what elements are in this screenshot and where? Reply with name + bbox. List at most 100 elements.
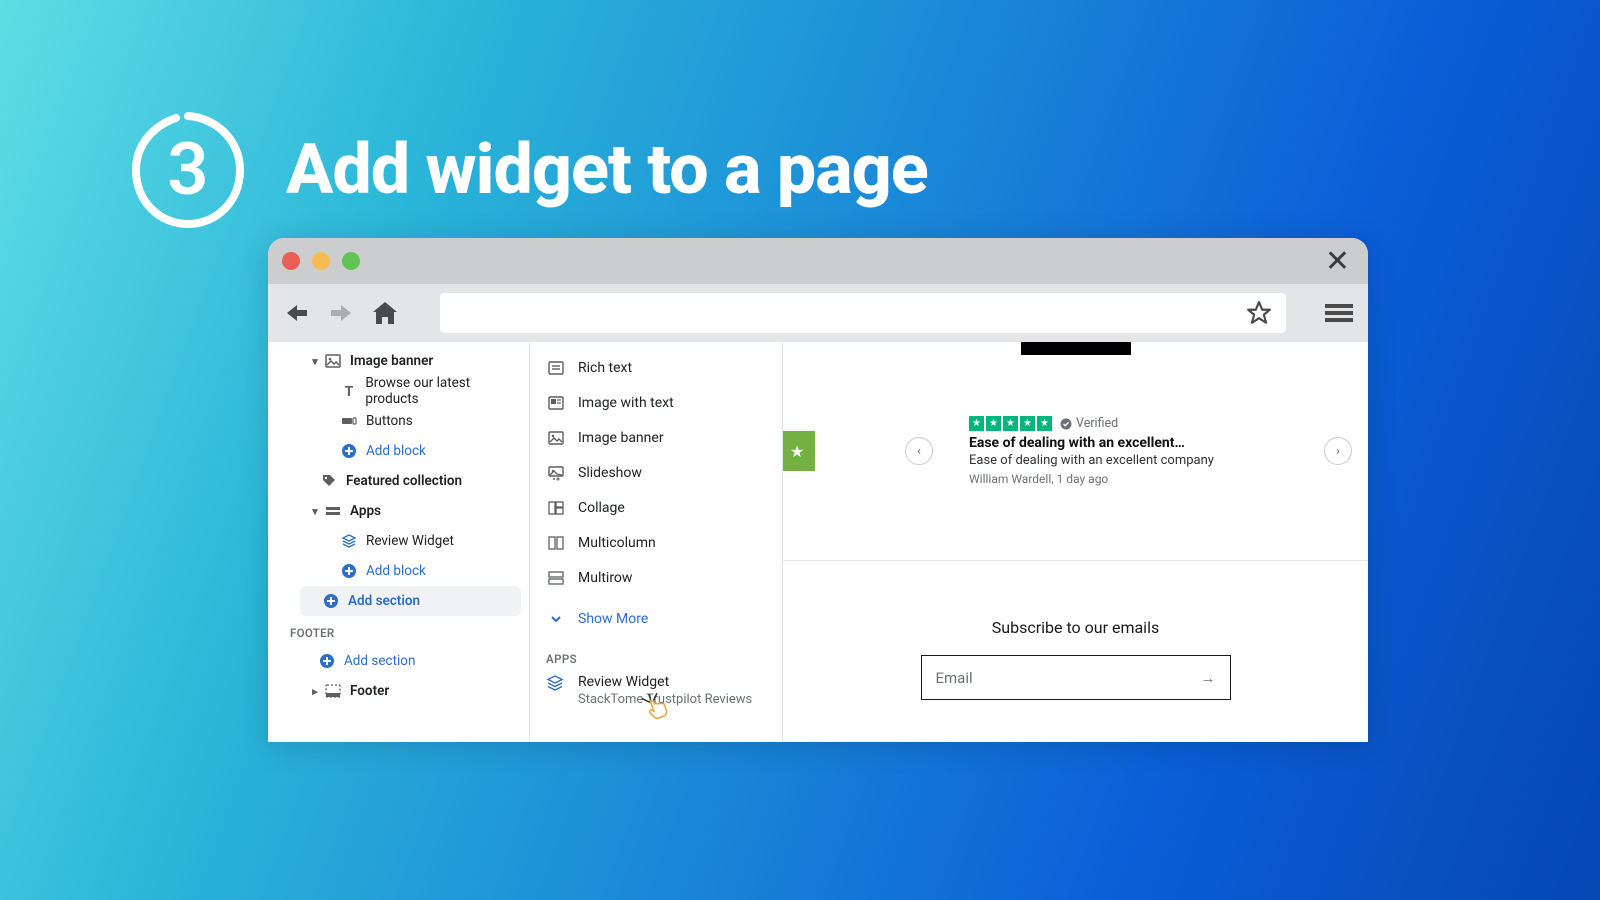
tree-item-review-widget[interactable]: Review Widget	[268, 526, 529, 556]
text-icon: T	[340, 382, 357, 400]
editor-content: ▾ Image banner T Browse our latest produ…	[268, 342, 1368, 742]
tree-label: Add block	[366, 563, 426, 579]
divider	[783, 560, 1368, 561]
picker-show-more[interactable]: Show More	[530, 601, 782, 636]
subscribe-section: Subscribe to our emails Email →	[783, 618, 1368, 700]
multicolumn-icon	[546, 533, 566, 553]
svg-text:T: T	[344, 384, 353, 398]
preview-logo-placeholder	[1021, 342, 1131, 355]
review-text: Ease of dealing with an excellent compan…	[969, 453, 1324, 468]
tutorial-header: 3 Add widget to a page	[128, 110, 928, 230]
minimize-button[interactable]	[312, 252, 330, 270]
stack-icon	[340, 532, 358, 550]
tree-item-buttons[interactable]: Buttons	[268, 406, 529, 436]
address-bar[interactable]	[440, 293, 1286, 333]
step-badge: 3	[128, 110, 248, 230]
picker-image-with-text[interactable]: Image with text	[530, 385, 782, 420]
tree-item-featured-collection[interactable]: Featured collection	[268, 466, 529, 496]
close-button[interactable]	[282, 252, 300, 270]
footer-icon	[324, 682, 342, 700]
footer-heading: FOOTER	[268, 616, 529, 646]
tree-label: Review Widget	[366, 533, 454, 549]
multirow-icon	[546, 568, 566, 588]
review-title: Ease of dealing with an excellent…	[969, 435, 1324, 451]
review-card: ★★★★★ Verified Ease of dealing with an e…	[969, 416, 1324, 486]
verified-badge: Verified	[1060, 416, 1118, 431]
plus-circle-icon	[322, 592, 340, 610]
review-carousel: ★ ‹ ★★★★★ Verified Ease of dealing with …	[783, 416, 1368, 486]
tree-label: Browse our latest products	[365, 375, 521, 407]
tree-label: Featured collection	[346, 473, 462, 489]
tree-label: Footer	[350, 683, 389, 699]
page-title: Add widget to a page	[286, 129, 928, 211]
window-chrome: ✕	[268, 238, 1368, 284]
caret-right-icon: ▸	[308, 685, 322, 698]
tree-label: Add block	[366, 443, 426, 459]
apps-icon	[324, 502, 342, 520]
carousel-prev-button[interactable]: ‹	[905, 437, 933, 465]
tree-label: Buttons	[366, 413, 413, 429]
preview-pane: ★ ‹ ★★★★★ Verified Ease of dealing with …	[783, 342, 1368, 742]
image-text-icon	[546, 393, 566, 413]
bookmark-star-icon[interactable]	[1244, 298, 1274, 328]
email-placeholder: Email	[936, 669, 973, 687]
image-icon	[546, 428, 566, 448]
slideshow-icon	[546, 463, 566, 483]
picker-label: Multirow	[578, 570, 632, 586]
apps-heading: APPS	[530, 636, 782, 672]
trustpilot-star-icon: ★	[783, 431, 815, 471]
picker-label: Image with text	[578, 395, 674, 411]
home-button[interactable]	[368, 296, 402, 330]
tree-label: Apps	[350, 503, 381, 519]
plus-circle-icon	[340, 442, 358, 460]
button-icon	[340, 412, 358, 430]
close-icon[interactable]: ✕	[1325, 244, 1350, 279]
stack-icon	[546, 674, 566, 694]
picker-label: Show More	[578, 611, 648, 627]
tree-label: Add section	[348, 593, 420, 609]
picker-label: Collage	[578, 500, 625, 516]
collage-icon	[546, 498, 566, 518]
add-section-footer-button[interactable]: Add section	[268, 646, 529, 676]
picker-image-banner[interactable]: Image banner	[530, 420, 782, 455]
carousel-next-button[interactable]: ›	[1324, 437, 1352, 465]
email-input[interactable]: Email →	[921, 655, 1231, 700]
picker-label: Multicolumn	[578, 535, 656, 551]
submit-arrow-icon[interactable]: →	[1201, 669, 1216, 687]
forward-button[interactable]	[324, 296, 358, 330]
tree-label: Image banner	[350, 353, 433, 369]
picker-rich-text[interactable]: Rich text	[530, 350, 782, 385]
plus-circle-icon	[318, 652, 336, 670]
richtext-icon	[546, 358, 566, 378]
tree-item-apps[interactable]: ▾ Apps	[268, 496, 529, 526]
caret-down-icon: ▾	[308, 355, 322, 368]
theme-sidebar: ▾ Image banner T Browse our latest produ…	[268, 342, 530, 742]
rating-stars: ★★★★★	[969, 416, 1052, 431]
menu-icon[interactable]	[1322, 296, 1356, 330]
picker-collage[interactable]: Collage	[530, 490, 782, 525]
add-section-button[interactable]: Add section	[300, 586, 521, 616]
tree-item-browse-products[interactable]: T Browse our latest products	[268, 376, 529, 406]
subscribe-heading: Subscribe to our emails	[783, 618, 1368, 637]
picker-label: Slideshow	[578, 465, 642, 481]
image-icon	[324, 352, 342, 370]
picker-multirow[interactable]: Multirow	[530, 560, 782, 595]
traffic-lights	[282, 252, 360, 270]
review-author: William Wardell, 1 day ago	[969, 472, 1324, 486]
tree-item-image-banner[interactable]: ▾ Image banner	[268, 346, 529, 376]
add-block-button[interactable]: Add block	[268, 436, 529, 466]
plus-circle-icon	[340, 562, 358, 580]
browser-window: ✕ ▾ Image banner T	[268, 238, 1368, 742]
tag-icon	[320, 472, 338, 490]
zoom-button[interactable]	[342, 252, 360, 270]
tree-item-footer[interactable]: ▸ Footer	[268, 676, 529, 706]
add-block-button[interactable]: Add block	[268, 556, 529, 586]
tree-label: Add section	[344, 653, 415, 669]
back-button[interactable]	[280, 296, 314, 330]
caret-down-icon: ▾	[308, 505, 322, 518]
picker-label: Rich text	[578, 360, 632, 376]
picker-multicolumn[interactable]: Multicolumn	[530, 525, 782, 560]
chevron-down-icon	[546, 609, 566, 629]
picker-slideshow[interactable]: Slideshow	[530, 455, 782, 490]
picker-label: Image banner	[578, 430, 664, 446]
